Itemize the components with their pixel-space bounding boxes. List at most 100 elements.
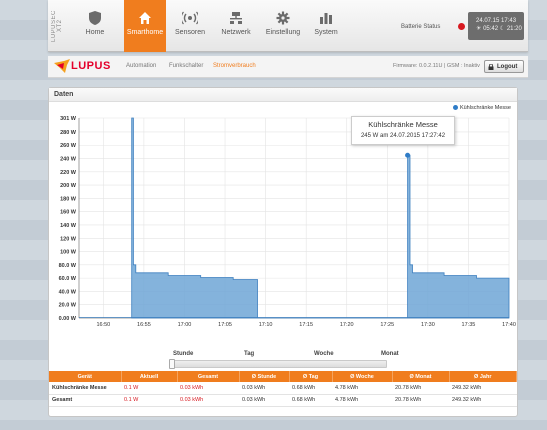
tab-sensoren[interactable]: Sensoren [169,0,211,52]
col-header: Ø Tag [289,371,333,382]
y-tick-label: 240 W [60,157,77,163]
cell-avg-week: 4.78 kWh [332,382,392,395]
moon-icon: ☾ [499,26,506,32]
y-tick-label: 140 W [60,223,77,229]
gear-icon [276,11,290,25]
cell-total: 0.03 kWh [177,394,239,407]
cell-current: 0.1 W [121,394,177,407]
y-tick-label: 120 W [60,236,77,242]
tab-system[interactable]: System [305,0,347,52]
sub-navigation-bar: LUPUS Automation Funkschalter Stromverbr… [48,56,528,78]
y-tick-label: 60.0 W [59,276,77,282]
battery-status: Batterie Status 24.07.15 17:43 ☀ 05:42 ☾… [388,8,528,44]
cell-device: Gesamt [49,394,121,407]
sunrise-time: 05:42 [483,26,499,32]
lupus-logo: LUPUS [54,59,110,75]
y-tick-label: 301 W [60,116,77,122]
x-tick-label: 17:40 [502,322,516,328]
x-tick-label: 17:30 [421,322,435,328]
y-tick-label: 180 W [60,196,77,202]
chart-tooltip: Kühlschränke Messe 245 W am 24.07.2015 1… [351,116,455,145]
x-tick-label: 16:55 [137,322,151,328]
x-tick-label: 16:50 [96,322,110,328]
tooltip-value: 245 W am 24.07.2015 17:27:42 [360,133,446,139]
x-tick-label: 17:35 [462,322,476,328]
tab-label-system: System [314,29,338,36]
sun-icon: ☀ [476,26,482,32]
cell-current: 0.1 W [121,382,177,395]
tab-label-netzwerk: Netzwerk [221,29,251,36]
range-label-tag[interactable]: Tag [244,351,254,357]
y-tick-label: 160 W [60,210,77,216]
data-panel: Daten Kühlschränke Messe 0.00 W 20.0 W 40.… [48,87,518,417]
cell-device: Kühlschränke Messe [49,382,121,395]
tooltip-title: Kühlschränke Messe [368,120,438,129]
battery-status-dot [458,23,465,30]
table-header-row: Gerät Aktuell Gesamt Ø Stunde Ø Tag Ø Wo… [49,371,517,382]
tab-label-sensoren: Sensoren [175,29,205,36]
cell-avg-day: 0.68 kWh [289,382,332,395]
table-row: Gesamt 0.1 W 0.03 kWh 0.03 kWh 0.68 kWh … [49,394,517,407]
series-area-kuehlschraenke-messe [131,117,510,319]
cell-total: 0.03 kWh [177,382,239,395]
shield-icon [89,11,101,25]
house-icon [139,12,151,24]
date-time: 24.07.15 17:43 [476,18,517,24]
x-tick-label: 17:15 [299,322,313,328]
y-tick-label: 260 W [60,143,77,149]
tab-smarthome[interactable]: Smarthome [124,0,166,52]
y-tick-label: 20.0 W [59,303,77,309]
col-header: Ø Jahr [449,371,517,382]
range-slider-handle[interactable] [169,359,175,369]
y-tick-label: 220 W [60,170,77,176]
logo-text: LUPUS [71,60,111,72]
y-tick-label: 0.00 W [59,316,77,322]
hover-marker [405,152,411,158]
range-slider-track[interactable] [171,360,387,368]
y-tick-label: 80.0 W [59,263,77,269]
subnav-automation[interactable]: Automation [126,63,156,69]
y-tick-label: 200 W [60,183,77,189]
col-header: Ø Woche [332,371,393,382]
col-header: Ø Monat [392,371,450,382]
date-time-box: 24.07.15 17:43 ☀ 05:42 ☾ 21:20 [468,12,524,40]
cell-avg-week: 4.78 kWh [332,394,392,407]
sunset-time: 21:20 [506,26,522,32]
subnav-funkschalter[interactable]: Funkschalter [169,63,203,69]
cell-avg-year: 249.32 kWh [449,382,517,395]
lock-icon [488,64,494,70]
cell-avg-day: 0.68 kWh [289,394,332,407]
cell-avg-hour: 0.03 kWh [239,394,289,407]
tab-home[interactable]: Home [74,0,116,52]
range-label-woche[interactable]: Woche [314,351,334,357]
col-header: Ø Stunde [239,371,290,382]
sensor-icon [182,11,198,25]
x-tick-label: 17:05 [218,322,232,328]
table-row: Kühlschränke Messe 0.1 W 0.03 kWh 0.03 k… [49,382,517,395]
cell-avg-hour: 0.03 kWh [239,382,289,395]
y-tick-label: 100 W [60,250,77,256]
battery-status-label: Batterie Status [401,24,441,30]
top-navigation-bar: LUPUSEC XT2 Home Smarthome Sensoren Netz… [48,0,528,52]
tab-label-einstellung: Einstellung [265,29,301,36]
col-header: Gerät [49,371,122,382]
network-icon [230,12,242,24]
x-tick-label: 17:20 [340,322,354,328]
logout-label: Logout [497,64,518,70]
x-tick-label: 17:00 [178,322,192,328]
subnav-stromverbrauch[interactable]: Stromverbrauch [213,63,256,69]
cell-avg-month: 20.78 kWh [392,382,449,395]
tab-label-smarthome: Smarthome [126,29,164,36]
col-header: Gesamt [177,371,240,382]
col-header: Aktuell [121,371,178,382]
firmware-info: Firmware: 0.0.2.11U | GSM : Inaktiv [393,63,480,69]
cell-avg-month: 20.78 kWh [392,394,449,407]
sun-moon-times: ☀ 05:42 ☾ 21:20 [476,25,524,33]
tab-einstellung[interactable]: Einstellung [262,0,304,52]
range-label-monat[interactable]: Monat [381,351,399,357]
tab-netzwerk[interactable]: Netzwerk [215,0,257,52]
x-tick-label: 17:10 [259,322,273,328]
logout-button[interactable]: Logout [484,60,524,73]
brand-vertical-label: LUPUSEC XT2 [51,10,63,42]
range-label-stunde[interactable]: Stunde [173,351,193,357]
